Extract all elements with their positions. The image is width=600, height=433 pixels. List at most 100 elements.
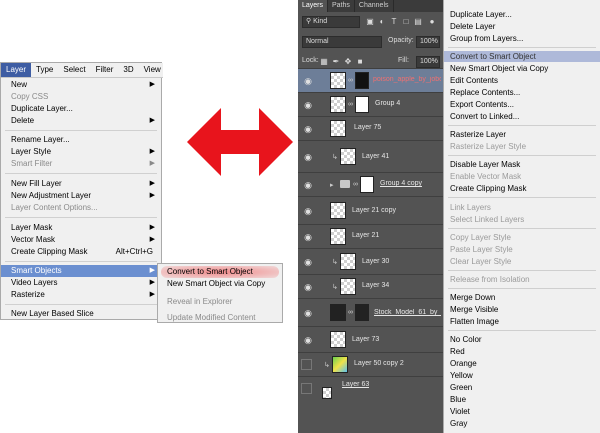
menu-3d[interactable]: 3D xyxy=(118,63,138,77)
visibility-eye-icon[interactable]: ◉ xyxy=(303,206,313,216)
shape-filter-icon[interactable]: □ xyxy=(402,18,410,26)
expand-group-arrow-icon[interactable]: ▸ xyxy=(330,181,334,189)
context-item-export-contents[interactable]: Export Contents... xyxy=(444,99,600,110)
kind-filter-dropdown[interactable]: ⚲ Kind xyxy=(302,16,360,28)
context-item-duplicate-layer[interactable]: Duplicate Layer... xyxy=(444,9,600,20)
lock-all-icon[interactable]: ■ xyxy=(356,58,364,66)
menu-type[interactable]: Type xyxy=(31,63,58,77)
layer-row[interactable]: ◉ ∞ Stock_Model_61_by_M xyxy=(298,298,443,326)
type-filter-icon[interactable]: T xyxy=(390,18,398,26)
layer-row[interactable]: ◉ Layer 21 xyxy=(298,224,443,248)
submenu-item-convert-to-smart-object[interactable]: Convert to Smart Object xyxy=(158,266,282,278)
context-item-green[interactable]: Green xyxy=(444,382,600,393)
visibility-eye-icon[interactable]: ◉ xyxy=(303,76,313,86)
layer-name: Layer 63 xyxy=(342,381,370,388)
context-item-yellow[interactable]: Yellow xyxy=(444,370,600,381)
blend-mode-dropdown[interactable]: Normal xyxy=(302,36,382,48)
context-item-new-smart-object-via-copy[interactable]: New Smart Object via Copy xyxy=(444,63,600,74)
menu-item-video-layers[interactable]: Video Layers ▶ xyxy=(1,277,161,289)
visibility-eye-icon[interactable]: ◉ xyxy=(303,100,313,110)
layer-row[interactable]: ↳ Layer 50 copy 2 xyxy=(298,352,443,376)
context-item-flatten-image[interactable]: Flatten Image xyxy=(444,316,600,327)
fill-field[interactable]: 100% xyxy=(416,56,440,68)
tab-layers[interactable]: Layers xyxy=(298,0,329,12)
layer-row[interactable]: Layer 63 xyxy=(298,376,443,400)
layer-row[interactable]: ◉ ▸ ∞ Group 4 copy xyxy=(298,172,443,196)
context-item-label: Merge Down xyxy=(450,293,496,302)
lock-pixels-icon[interactable]: ✒ xyxy=(332,58,340,66)
submenu-arrow-icon: ▶ xyxy=(149,267,155,274)
visibility-toggle-off[interactable] xyxy=(301,383,312,394)
submenu-arrow-icon: ▶ xyxy=(149,180,155,187)
layer-row[interactable]: ◉ ∞ Group 4 xyxy=(298,92,443,116)
menu-item-new-layer-based-slice[interactable]: New Layer Based Slice xyxy=(1,308,161,320)
menu-item-new-adjustment-layer[interactable]: New Adjustment Layer ▶ xyxy=(1,190,161,202)
layer-row[interactable]: ◉ ↳ Layer 30 xyxy=(298,248,443,274)
menu-item-new-fill-layer[interactable]: New Fill Layer ▶ xyxy=(1,178,161,190)
context-item-merge-down[interactable]: Merge Down xyxy=(444,292,600,303)
context-item-replace-contents[interactable]: Replace Contents... xyxy=(444,87,600,98)
context-item-convert-to-smart-object[interactable]: Convert to Smart Object xyxy=(444,51,600,62)
context-item-blue[interactable]: Blue xyxy=(444,394,600,405)
context-item-label: New Smart Object via Copy xyxy=(450,64,549,73)
context-item-merge-visible[interactable]: Merge Visible xyxy=(444,304,600,315)
menu-item-create-clipping-mask[interactable]: Create Clipping Mask Alt+Ctrl+G xyxy=(1,246,161,258)
link-chain-icon: ∞ xyxy=(348,77,353,84)
visibility-eye-icon[interactable]: ◉ xyxy=(303,257,313,267)
layer-name: Layer 50 copy 2 xyxy=(354,360,404,367)
context-item-red[interactable]: Red xyxy=(444,346,600,357)
menu-item-rename-layer[interactable]: Rename Layer... xyxy=(1,134,161,146)
menu-filter[interactable]: Filter xyxy=(91,63,119,77)
adjustment-filter-icon[interactable]: ◐ xyxy=(378,18,386,26)
menu-item-layer-style[interactable]: Layer Style ▶ xyxy=(1,146,161,158)
context-item-gray[interactable]: Gray xyxy=(444,418,600,429)
menu-item-layer-mask[interactable]: Layer Mask ▶ xyxy=(1,222,161,234)
context-item-group-from-layers[interactable]: Group from Layers... xyxy=(444,33,600,44)
smart-object-filter-icon[interactable]: ▤ xyxy=(414,18,422,26)
layer-row[interactable]: ◉ ↳ Layer 34 xyxy=(298,274,443,298)
layer-row[interactable]: ◉ Layer 75 xyxy=(298,116,443,140)
visibility-toggle-off[interactable] xyxy=(301,359,312,370)
lock-transparency-icon[interactable]: ▦ xyxy=(320,58,328,66)
menu-item-vector-mask[interactable]: Vector Mask ▶ xyxy=(1,234,161,246)
menu-item-rasterize[interactable]: Rasterize ▶ xyxy=(1,289,161,301)
visibility-eye-icon[interactable]: ◉ xyxy=(303,232,313,242)
lock-position-icon[interactable]: ✥ xyxy=(344,58,352,66)
menu-item-smart-objects[interactable]: Smart Objects ▶ xyxy=(1,265,161,277)
submenu-item-update-modified-content: Update Modified Content xyxy=(158,312,282,324)
pixel-filter-icon[interactable]: ▣ xyxy=(366,18,374,26)
context-item-create-clipping-mask[interactable]: Create Clipping Mask xyxy=(444,183,600,194)
menu-item-delete[interactable]: Delete ▶ xyxy=(1,115,161,127)
visibility-eye-icon[interactable]: ◉ xyxy=(303,335,313,345)
visibility-eye-icon[interactable]: ◉ xyxy=(303,308,313,318)
opacity-field[interactable]: 100% xyxy=(416,36,440,48)
submenu-item-new-smart-object-via-copy[interactable]: New Smart Object via Copy xyxy=(158,278,282,290)
context-item-convert-to-linked[interactable]: Convert to Linked... xyxy=(444,111,600,122)
layer-row[interactable]: ◉ Layer 21 copy xyxy=(298,196,443,224)
layer-row[interactable]: ◉ Layer 73 xyxy=(298,326,443,352)
menu-select[interactable]: Select xyxy=(58,63,90,77)
visibility-eye-icon[interactable]: ◉ xyxy=(303,180,313,190)
layer-mask-thumbnail xyxy=(355,96,369,113)
tab-channels[interactable]: Channels xyxy=(355,0,394,12)
context-item-edit-contents[interactable]: Edit Contents xyxy=(444,75,600,86)
visibility-eye-icon[interactable]: ◉ xyxy=(303,124,313,134)
context-item-no-color[interactable]: No Color xyxy=(444,334,600,345)
context-item-rasterize-layer[interactable]: Rasterize Layer xyxy=(444,129,600,140)
menu-layer[interactable]: Layer xyxy=(1,63,32,77)
menu-view[interactable]: View xyxy=(139,63,166,77)
layer-row[interactable]: ◉ ↳ Layer 41 xyxy=(298,140,443,172)
menu-item-new[interactable]: New ▶ xyxy=(1,79,161,91)
context-item-delete-layer[interactable]: Delete Layer xyxy=(444,21,600,32)
context-item-label: Gray xyxy=(450,419,468,428)
filter-toggle-icon[interactable]: ● xyxy=(428,18,436,26)
tab-paths[interactable]: Paths xyxy=(328,0,355,12)
context-item-disable-layer-mask[interactable]: Disable Layer Mask xyxy=(444,159,600,170)
context-item-violet[interactable]: Violet xyxy=(444,406,600,417)
visibility-eye-icon[interactable]: ◉ xyxy=(303,282,313,292)
menu-item-duplicate-layer[interactable]: Duplicate Layer... xyxy=(1,103,161,115)
layer-thumbnail xyxy=(322,387,332,399)
layer-row[interactable]: ◉ ∞ poison_apple_by_jobo xyxy=(298,68,443,92)
context-item-orange[interactable]: Orange xyxy=(444,358,600,369)
visibility-eye-icon[interactable]: ◉ xyxy=(303,152,313,162)
